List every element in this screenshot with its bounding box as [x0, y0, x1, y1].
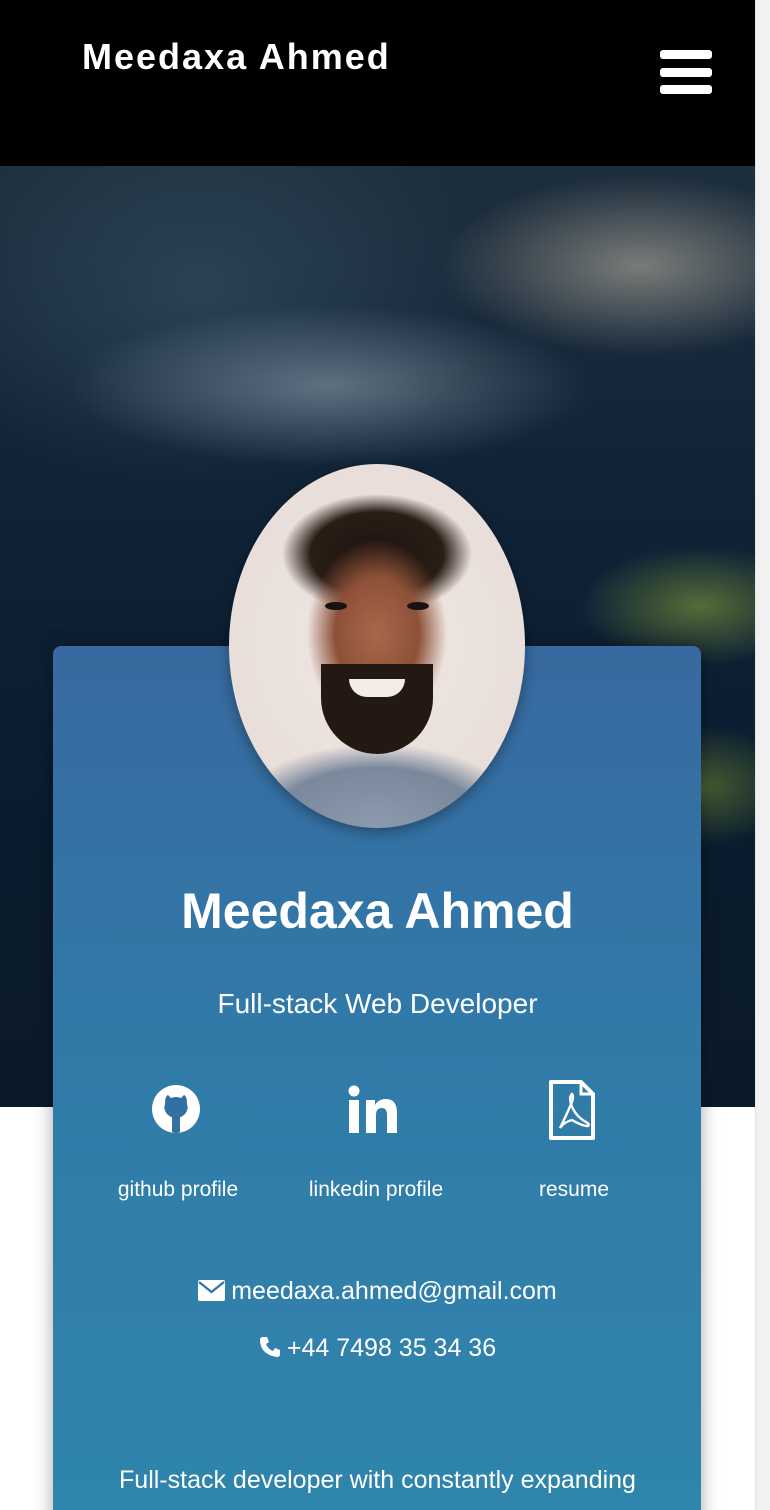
github-label: github profile: [117, 1178, 239, 1201]
photo-beard: [321, 664, 433, 754]
pdf-file-icon: [549, 1080, 595, 1140]
github-icon: [152, 1085, 200, 1133]
about-text: Full-stack developer with constantly exp…: [119, 1466, 636, 1494]
photo-eye-right: [407, 602, 429, 610]
linkedin-link[interactable]: linkedin profile: [276, 1078, 476, 1208]
resume-label: resume: [538, 1178, 610, 1201]
page: Meedaxa Ahmed Meedaxa Ahmed Full-stack W…: [0, 0, 755, 1510]
email-text: meedaxa.ahmed@gmail.com: [231, 1277, 557, 1305]
github-link[interactable]: github profile: [78, 1078, 278, 1208]
hamburger-menu-icon[interactable]: [658, 48, 712, 96]
profile-photo: [229, 464, 525, 828]
linkedin-label: linkedin profile: [308, 1178, 444, 1201]
scrollbar[interactable]: [755, 0, 770, 1510]
email-link[interactable]: meedaxa.ahmed@gmail.com: [0, 1277, 755, 1306]
phone-icon: [259, 1337, 280, 1357]
photo-eye-left: [325, 602, 347, 610]
profile-name: Meedaxa Ahmed: [181, 883, 574, 939]
navbar: Meedaxa Ahmed: [0, 0, 755, 166]
envelope-icon: [198, 1280, 226, 1301]
brand-link[interactable]: Meedaxa Ahmed: [82, 36, 391, 78]
phone-link[interactable]: +44 7498 35 34 36: [0, 1334, 755, 1363]
linkedin-icon: [348, 1085, 397, 1133]
profile-role: Full-stack Web Developer: [217, 988, 538, 1019]
phone-text: +44 7498 35 34 36: [286, 1334, 497, 1362]
resume-link[interactable]: resume: [474, 1078, 674, 1208]
